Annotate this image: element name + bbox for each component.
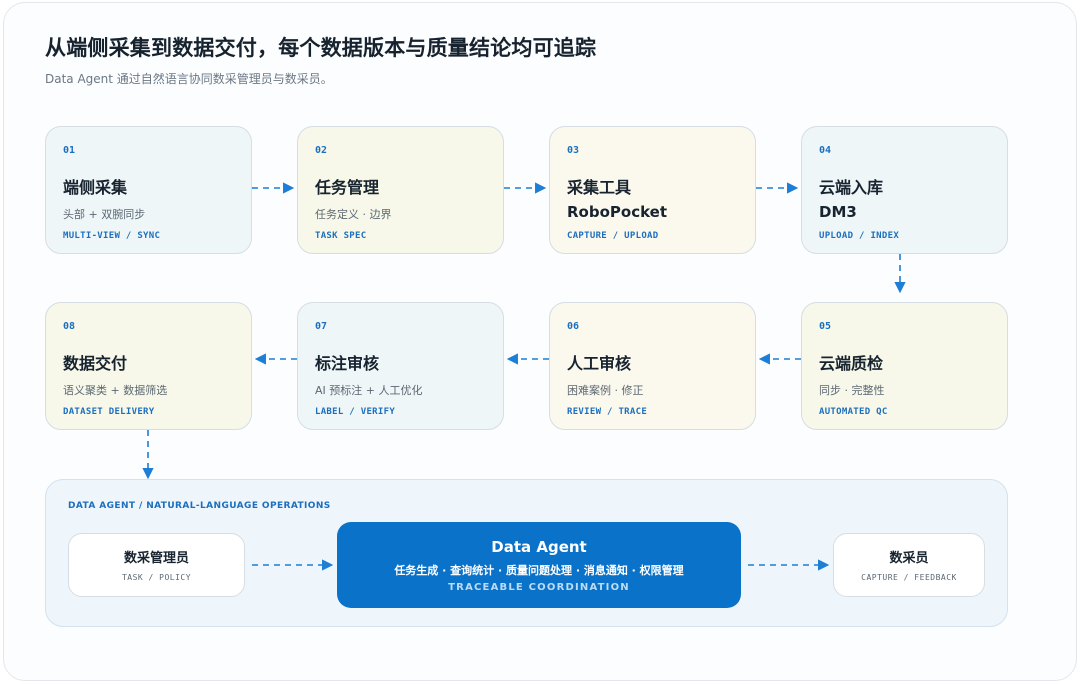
step-number: 02 (315, 145, 328, 156)
panel-label: DATA AGENT / NATURAL-LANGUAGE OPERATIONS (68, 501, 331, 511)
step-name: 端侧采集 (63, 178, 128, 197)
step-number: 06 (567, 321, 580, 332)
step-card-07: 07 标注审核 AI 预标注 + 人工优化 LABEL / VERIFY (297, 302, 504, 430)
step-number: 05 (819, 321, 832, 332)
step-card-04: 04 云端入库 DM3 UPLOAD / INDEX (801, 126, 1008, 254)
step-card-03: 03 采集工具 RoboPocket CAPTURE / UPLOAD (549, 126, 756, 254)
actor-tag: CAPTURE / FEEDBACK (861, 573, 957, 582)
step-tag: LABEL / VERIFY (315, 407, 396, 417)
step-name: 采集工具 (567, 178, 632, 197)
page-subtitle: Data Agent 通过自然语言协同数采管理员与数采员。 (45, 72, 333, 86)
step-card-02: 02 任务管理 任务定义 · 边界 TASK SPEC (297, 126, 504, 254)
step-tag: TASK SPEC (315, 231, 367, 241)
data-agent-box: Data Agent 任务生成 · 查询统计 · 质量问题处理 · 消息通知 ·… (337, 522, 741, 608)
step-description: 任务定义 · 边界 (315, 208, 392, 221)
step-description: DM3 (819, 203, 857, 221)
step-tag: REVIEW / TRACE (567, 407, 648, 417)
step-name: 云端质检 (819, 354, 884, 373)
step-tag: AUTOMATED QC (819, 407, 888, 417)
agent-tag: TRACEABLE COORDINATION (448, 582, 630, 593)
actor-admin: 数采管理员 TASK / POLICY (68, 533, 245, 597)
step-tag: DATASET DELIVERY (63, 407, 155, 417)
step-tag: CAPTURE / UPLOAD (567, 231, 659, 241)
actor-tag: TASK / POLICY (121, 573, 192, 582)
step-description: RoboPocket (567, 203, 668, 221)
step-name: 人工审核 (567, 354, 632, 373)
step-description: 同步 · 完整性 (819, 384, 885, 397)
actor-name: 数采员 (889, 551, 929, 566)
step-name: 数据交付 (63, 354, 128, 373)
step-card-01: 01 端侧采集 头部 + 双腕同步 MULTI-VIEW / SYNC (45, 126, 252, 254)
step-tag: MULTI-VIEW / SYNC (63, 231, 161, 241)
step-description: 困难案例 · 修正 (567, 384, 644, 397)
page-title: 从端侧采集到数据交付，每个数据版本与质量结论均可追踪 (45, 36, 597, 60)
step-tag: UPLOAD / INDEX (819, 231, 900, 241)
actor-name: 数采管理员 (123, 551, 189, 566)
step-number: 01 (63, 145, 76, 156)
agent-name: Data Agent (491, 538, 587, 556)
actor-collector: 数采员 CAPTURE / FEEDBACK (833, 533, 985, 597)
agent-description: 任务生成 · 查询统计 · 质量问题处理 · 消息通知 · 权限管理 (394, 564, 684, 577)
step-number: 08 (63, 321, 76, 332)
step-number: 04 (819, 145, 832, 156)
step-card-05: 05 云端质检 同步 · 完整性 AUTOMATED QC (801, 302, 1008, 430)
step-name: 任务管理 (315, 178, 380, 197)
step-number: 03 (567, 145, 580, 156)
step-description: 语义聚类 + 数据筛选 (63, 384, 168, 397)
step-name: 标注审核 (315, 354, 380, 373)
step-number: 07 (315, 321, 328, 332)
step-card-06: 06 人工审核 困难案例 · 修正 REVIEW / TRACE (549, 302, 756, 430)
step-name: 云端入库 (819, 178, 884, 197)
step-card-08: 08 数据交付 语义聚类 + 数据筛选 DATASET DELIVERY (45, 302, 252, 430)
step-description: 头部 + 双腕同步 (63, 208, 146, 221)
step-description: AI 预标注 + 人工优化 (315, 384, 423, 397)
